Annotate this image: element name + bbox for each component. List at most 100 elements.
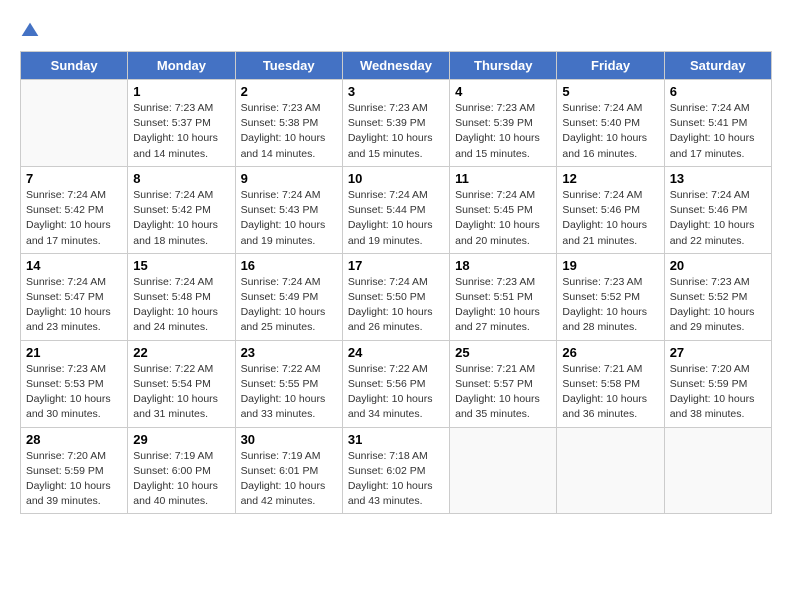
column-header-friday: Friday	[557, 52, 664, 80]
day-info: Sunrise: 7:24 AMSunset: 5:42 PMDaylight:…	[26, 188, 122, 249]
day-cell: 1Sunrise: 7:23 AMSunset: 5:37 PMDaylight…	[128, 80, 235, 167]
day-number: 27	[670, 345, 766, 360]
day-info: Sunrise: 7:20 AMSunset: 5:59 PMDaylight:…	[670, 362, 766, 423]
day-info: Sunrise: 7:24 AMSunset: 5:48 PMDaylight:…	[133, 275, 229, 336]
day-cell: 22 Sunrise: 7:22 AMSunset: 5:54 PMDayligh…	[128, 340, 235, 427]
week-row-1: 1Sunrise: 7:23 AMSunset: 5:37 PMDaylight…	[21, 80, 772, 167]
day-info: Sunrise: 7:24 AMSunset: 5:45 PMDaylight:…	[455, 188, 551, 249]
day-info: Sunrise: 7:22 AMSunset: 5:55 PMDaylight:…	[241, 362, 337, 423]
day-number: 13	[670, 171, 766, 186]
day-number: 14	[26, 258, 122, 273]
day-cell: 4Sunrise: 7:23 AMSunset: 5:39 PMDaylight…	[450, 80, 557, 167]
day-number: 19	[562, 258, 658, 273]
day-cell: 11 Sunrise: 7:24 AMSunset: 5:45 PMDayligh…	[450, 166, 557, 253]
day-info: Sunrise: 7:24 AMSunset: 5:41 PMDaylight:…	[670, 101, 766, 162]
day-number: 1	[133, 84, 229, 99]
day-info: Sunrise: 7:19 AMSunset: 6:00 PMDaylight:…	[133, 449, 229, 510]
day-info: Sunrise: 7:23 AMSunset: 5:51 PMDaylight:…	[455, 275, 551, 336]
day-info: Sunrise: 7:20 AMSunset: 5:59 PMDaylight:…	[26, 449, 122, 510]
day-number: 21	[26, 345, 122, 360]
day-cell: 3Sunrise: 7:23 AMSunset: 5:39 PMDaylight…	[342, 80, 449, 167]
column-header-thursday: Thursday	[450, 52, 557, 80]
day-info: Sunrise: 7:23 AMSunset: 5:52 PMDaylight:…	[562, 275, 658, 336]
day-number: 3	[348, 84, 444, 99]
day-cell: 25 Sunrise: 7:21 AMSunset: 5:57 PMDayligh…	[450, 340, 557, 427]
day-number: 31	[348, 432, 444, 447]
day-cell: 24 Sunrise: 7:22 AMSunset: 5:56 PMDayligh…	[342, 340, 449, 427]
day-info: Sunrise: 7:24 AMSunset: 5:46 PMDaylight:…	[562, 188, 658, 249]
day-info: Sunrise: 7:19 AMSunset: 6:01 PMDaylight:…	[241, 449, 337, 510]
day-number: 18	[455, 258, 551, 273]
day-number: 11	[455, 171, 551, 186]
day-cell: 19 Sunrise: 7:23 AMSunset: 5:52 PMDayligh…	[557, 253, 664, 340]
day-cell: 8 Sunrise: 7:24 AMSunset: 5:42 PMDaylight…	[128, 166, 235, 253]
day-number: 22	[133, 345, 229, 360]
day-info: Sunrise: 7:23 AMSunset: 5:38 PMDaylight:…	[241, 101, 337, 162]
day-cell: 10Sunrise: 7:24 AMSunset: 5:44 PMDayligh…	[342, 166, 449, 253]
day-info: Sunrise: 7:24 AMSunset: 5:47 PMDaylight:…	[26, 275, 122, 336]
day-cell: 18 Sunrise: 7:23 AMSunset: 5:51 PMDayligh…	[450, 253, 557, 340]
day-info: Sunrise: 7:23 AMSunset: 5:53 PMDaylight:…	[26, 362, 122, 423]
day-cell: 12 Sunrise: 7:24 AMSunset: 5:46 PMDayligh…	[557, 166, 664, 253]
logo	[20, 20, 42, 41]
day-number: 20	[670, 258, 766, 273]
day-number: 29	[133, 432, 229, 447]
day-number: 23	[241, 345, 337, 360]
day-cell: 5Sunrise: 7:24 AMSunset: 5:40 PMDaylight…	[557, 80, 664, 167]
column-header-saturday: Saturday	[664, 52, 771, 80]
day-cell: 28 Sunrise: 7:20 AMSunset: 5:59 PMDayligh…	[21, 427, 128, 514]
day-cell: 31 Sunrise: 7:18 AMSunset: 6:02 PMDayligh…	[342, 427, 449, 514]
day-number: 12	[562, 171, 658, 186]
day-info: Sunrise: 7:24 AMSunset: 5:44 PMDaylight:…	[348, 188, 444, 249]
day-number: 30	[241, 432, 337, 447]
day-info: Sunrise: 7:21 AMSunset: 5:57 PMDaylight:…	[455, 362, 551, 423]
week-row-3: 14 Sunrise: 7:24 AMSunset: 5:47 PMDayligh…	[21, 253, 772, 340]
day-cell	[450, 427, 557, 514]
day-number: 8	[133, 171, 229, 186]
day-cell: 20Sunrise: 7:23 AMSunset: 5:52 PMDayligh…	[664, 253, 771, 340]
column-header-tuesday: Tuesday	[235, 52, 342, 80]
day-number: 24	[348, 345, 444, 360]
day-cell: 30 Sunrise: 7:19 AMSunset: 6:01 PMDayligh…	[235, 427, 342, 514]
logo-icon	[20, 21, 40, 41]
day-number: 16	[241, 258, 337, 273]
day-info: Sunrise: 7:21 AMSunset: 5:58 PMDaylight:…	[562, 362, 658, 423]
day-cell: 27 Sunrise: 7:20 AMSunset: 5:59 PMDayligh…	[664, 340, 771, 427]
page-header	[20, 20, 772, 41]
day-number: 26	[562, 345, 658, 360]
week-row-5: 28 Sunrise: 7:20 AMSunset: 5:59 PMDayligh…	[21, 427, 772, 514]
week-row-4: 21 Sunrise: 7:23 AMSunset: 5:53 PMDayligh…	[21, 340, 772, 427]
column-header-monday: Monday	[128, 52, 235, 80]
day-cell: 26 Sunrise: 7:21 AMSunset: 5:58 PMDayligh…	[557, 340, 664, 427]
day-info: Sunrise: 7:24 AMSunset: 5:42 PMDaylight:…	[133, 188, 229, 249]
day-info: Sunrise: 7:18 AMSunset: 6:02 PMDaylight:…	[348, 449, 444, 510]
day-info: Sunrise: 7:24 AMSunset: 5:43 PMDaylight:…	[241, 188, 337, 249]
day-cell: 2Sunrise: 7:23 AMSunset: 5:38 PMDaylight…	[235, 80, 342, 167]
day-number: 7	[26, 171, 122, 186]
day-info: Sunrise: 7:22 AMSunset: 5:54 PMDaylight:…	[133, 362, 229, 423]
day-number: 17	[348, 258, 444, 273]
day-cell: 15 Sunrise: 7:24 AMSunset: 5:48 PMDayligh…	[128, 253, 235, 340]
day-cell	[557, 427, 664, 514]
column-header-wednesday: Wednesday	[342, 52, 449, 80]
day-number: 9	[241, 171, 337, 186]
day-cell: 9 Sunrise: 7:24 AMSunset: 5:43 PMDaylight…	[235, 166, 342, 253]
day-number: 28	[26, 432, 122, 447]
day-info: Sunrise: 7:24 AMSunset: 5:50 PMDaylight:…	[348, 275, 444, 336]
day-number: 25	[455, 345, 551, 360]
calendar-table: SundayMondayTuesdayWednesdayThursdayFrid…	[20, 51, 772, 514]
day-cell: 16 Sunrise: 7:24 AMSunset: 5:49 PMDayligh…	[235, 253, 342, 340]
calendar-body: 1Sunrise: 7:23 AMSunset: 5:37 PMDaylight…	[21, 80, 772, 514]
day-cell: 23 Sunrise: 7:22 AMSunset: 5:55 PMDayligh…	[235, 340, 342, 427]
day-info: Sunrise: 7:22 AMSunset: 5:56 PMDaylight:…	[348, 362, 444, 423]
day-info: Sunrise: 7:23 AMSunset: 5:39 PMDaylight:…	[455, 101, 551, 162]
day-cell	[664, 427, 771, 514]
day-info: Sunrise: 7:24 AMSunset: 5:49 PMDaylight:…	[241, 275, 337, 336]
day-number: 15	[133, 258, 229, 273]
day-cell: 7 Sunrise: 7:24 AMSunset: 5:42 PMDaylight…	[21, 166, 128, 253]
day-cell	[21, 80, 128, 167]
day-number: 5	[562, 84, 658, 99]
day-cell: 17 Sunrise: 7:24 AMSunset: 5:50 PMDayligh…	[342, 253, 449, 340]
day-cell: 13Sunrise: 7:24 AMSunset: 5:46 PMDayligh…	[664, 166, 771, 253]
calendar-header-row: SundayMondayTuesdayWednesdayThursdayFrid…	[21, 52, 772, 80]
